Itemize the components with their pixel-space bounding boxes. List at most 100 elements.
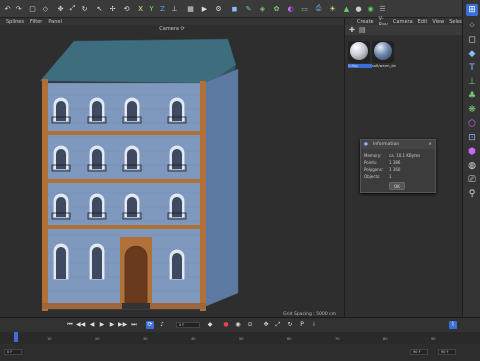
select-icon[interactable]: ▢ <box>28 4 37 13</box>
polygons-mode-icon[interactable]: ◆ <box>466 48 478 60</box>
start-frame-field[interactable]: 0 F <box>4 349 22 355</box>
snap-icon[interactable]: ⊡ <box>466 132 478 144</box>
play-icon[interactable]: ▶ <box>98 321 106 329</box>
rotate-tool-icon[interactable]: ⟲ <box>122 4 131 13</box>
render-region-icon[interactable]: ▦ <box>186 4 195 13</box>
menu-create[interactable]: Create <box>357 19 374 25</box>
workplane-icon[interactable]: ⬢ <box>466 146 478 158</box>
record-icon[interactable]: ● <box>222 321 230 329</box>
move-icon[interactable]: ✥ <box>56 4 65 13</box>
floor-band-3 <box>42 225 206 229</box>
viewport[interactable]: Camera ⟳ Grid Spacing: 5000 cm <box>0 25 344 317</box>
undo-icon[interactable]: ↶ <box>3 4 12 13</box>
material-soft-warm[interactable] <box>372 41 394 63</box>
texture-mode-icon[interactable]: ❋ <box>466 104 478 116</box>
coord-system-icon[interactable]: ⊥ <box>170 4 179 13</box>
material-options-icon[interactable]: ▤ <box>359 26 366 34</box>
menu-item-panel[interactable]: Panel <box>48 19 62 25</box>
tick-label: 90 <box>431 337 436 341</box>
scale-icon[interactable]: ⤢ <box>68 4 77 13</box>
goto-start-icon[interactable]: ⏮ <box>66 321 74 329</box>
rotate-icon[interactable]: ↻ <box>80 4 89 13</box>
info-label: Points: <box>364 160 378 165</box>
cube-icon[interactable]: ◼ <box>230 4 239 13</box>
prev-key-icon[interactable]: ◀◀ <box>76 321 85 329</box>
options-icon[interactable]: ☰ <box>378 4 387 13</box>
dialog-title: ● Information × <box>361 140 435 149</box>
floor-band-2 <box>42 179 206 183</box>
model-mode-icon[interactable]: ◇ <box>41 4 50 13</box>
key-selection-icon[interactable]: ⊙ <box>246 321 254 329</box>
floor-band-1 <box>42 131 206 135</box>
building-model <box>39 38 239 311</box>
sphere-icon[interactable]: ● <box>354 4 363 13</box>
edges-mode-icon[interactable]: ◻ <box>466 34 478 46</box>
current-frame-field[interactable]: 0 F <box>176 322 200 328</box>
position-key-icon[interactable]: ✥ <box>262 321 270 329</box>
pen-icon[interactable]: ✎ <box>244 4 253 13</box>
vray-material-icon[interactable]: ◉ <box>366 4 375 13</box>
scale-key-icon[interactable]: ⤢ <box>274 321 282 329</box>
redo-icon[interactable]: ↷ <box>14 4 23 13</box>
globe-icon[interactable]: ◍ <box>466 160 478 172</box>
material-name: soft/warm_dec <box>372 64 396 68</box>
render-view-icon[interactable]: ▶ <box>200 4 209 13</box>
keyframe-icon[interactable]: ◆ <box>206 321 214 329</box>
info-label: Polygons: <box>364 167 384 172</box>
prev-frame-icon[interactable]: ◀ <box>88 321 96 329</box>
side-wall <box>203 68 239 308</box>
axis-mode-icon[interactable]: ⊥ <box>466 76 478 88</box>
end-frame-field[interactable]: 90 F <box>410 349 428 355</box>
menu-item-splines[interactable]: Splines <box>6 19 24 25</box>
tick-label: 60 <box>287 337 292 341</box>
light-icon[interactable]: ☀ <box>328 4 337 13</box>
material-preview <box>374 42 392 60</box>
z-axis-icon[interactable]: Z <box>158 4 167 13</box>
info-icon: ● <box>364 142 368 147</box>
material-preview <box>350 42 368 60</box>
camera-view-icon[interactable]: ⎚ <box>466 174 478 186</box>
frame-ruler[interactable]: 0 10 20 30 40 50 60 70 80 90 <box>0 332 480 342</box>
live-select-icon[interactable]: ↖ <box>95 4 104 13</box>
menu-view[interactable]: View <box>432 19 444 25</box>
material-vray[interactable] <box>348 41 370 63</box>
rotation-key-icon[interactable]: ↻ <box>286 321 294 329</box>
spline-icon[interactable]: ♣ <box>466 90 478 102</box>
menu-item-filter[interactable]: Filter <box>30 19 42 25</box>
x-axis-icon[interactable]: X <box>136 4 145 13</box>
param-key-icon[interactable]: P <box>298 321 306 329</box>
close-icon[interactable]: × <box>428 140 432 149</box>
auto-key-icon[interactable]: ◉ <box>234 321 242 329</box>
right-trim <box>200 81 206 311</box>
info-label: Objects: <box>364 174 381 179</box>
tick-label: 20 <box>95 337 100 341</box>
render-settings-icon[interactable]: ⚙ <box>214 4 223 13</box>
tick-label: 70 <box>335 337 340 341</box>
points-mode-icon[interactable]: ⁘ <box>466 20 478 32</box>
layout-icon[interactable]: ⊞ <box>466 4 478 16</box>
next-frame-icon[interactable]: ▶ <box>108 321 116 329</box>
move-tool-icon[interactable]: ✢ <box>108 4 117 13</box>
menu-edit[interactable]: Edit <box>418 19 428 25</box>
deformer-icon[interactable]: ◐ <box>286 4 295 13</box>
playhead[interactable] <box>14 332 18 342</box>
ok-button[interactable]: OK <box>389 182 405 190</box>
pin-icon[interactable]: ⚲ <box>466 188 478 200</box>
subdivision-icon[interactable]: ◈ <box>258 4 267 13</box>
uv-mode-icon[interactable]: T <box>466 62 478 74</box>
floor-icon[interactable]: ▭ <box>300 4 309 13</box>
pla-key-icon[interactable]: ⁞ <box>310 321 318 329</box>
loop-icon[interactable]: ⟳ <box>146 321 154 329</box>
graph-icon[interactable]: ⌇ <box>449 321 457 329</box>
tag-icon[interactable]: ⬡ <box>466 118 478 130</box>
menu-camera[interactable]: Camera <box>393 19 413 25</box>
max-frame-field[interactable]: 90 F <box>438 349 456 355</box>
next-key-icon[interactable]: ▶▶ <box>118 321 127 329</box>
vray-icon[interactable]: ▲ <box>342 4 351 13</box>
y-axis-icon[interactable]: Y <box>147 4 156 13</box>
cloner-icon[interactable]: ✿ <box>272 4 281 13</box>
goto-end-icon[interactable]: ⏭ <box>130 321 138 329</box>
camera-icon[interactable]: ⎙ <box>314 4 323 13</box>
sound-icon[interactable]: ♪ <box>158 321 166 329</box>
new-material-icon[interactable]: ✚ <box>349 26 355 34</box>
